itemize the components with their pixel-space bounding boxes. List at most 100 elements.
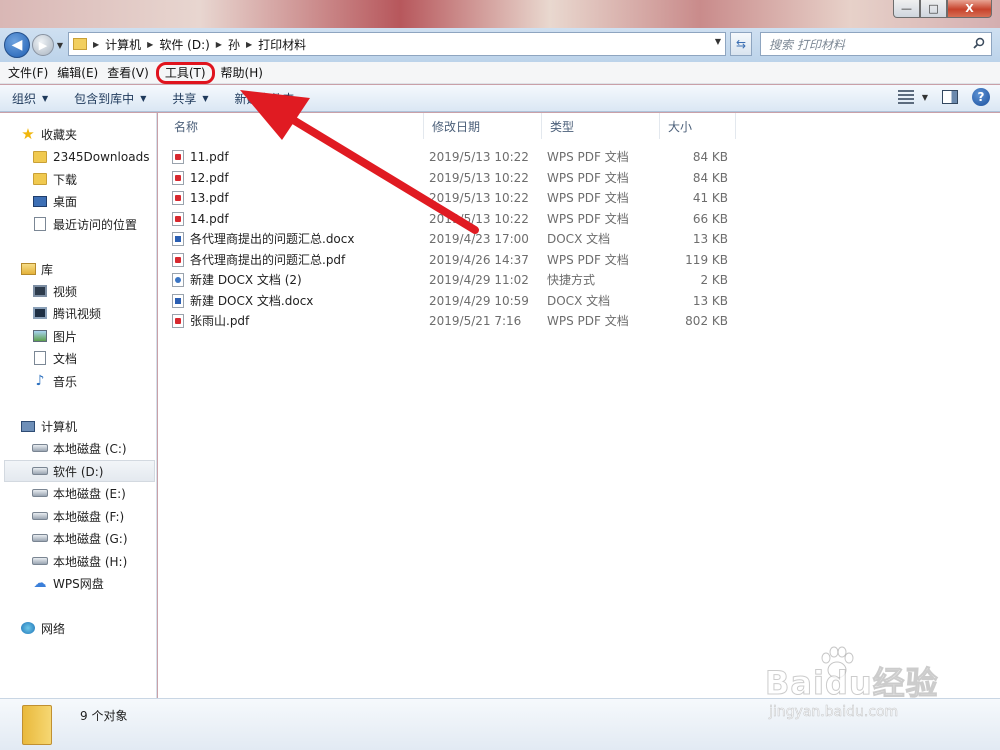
file-name: 各代理商提出的问题汇总.pdf <box>190 252 346 267</box>
table-row[interactable]: 各代理商提出的问题汇总.pdf 2019/4/26 14:37 WPS PDF 文档… <box>158 250 778 270</box>
desktop-icon <box>32 194 48 208</box>
breadcrumb-sun[interactable]: 孙 <box>228 36 240 53</box>
nav-label: 本地磁盘 (E:) <box>53 486 126 501</box>
menu-edit[interactable]: 编辑(E) <box>53 63 102 83</box>
nav-item-drive-e[interactable]: 本地磁盘 (E:) <box>32 482 155 504</box>
file-name-cell[interactable]: 张雨山.pdf <box>172 311 249 331</box>
nav-item-drive-g[interactable]: 本地磁盘 (G:) <box>32 527 155 549</box>
column-label: 名称 <box>174 119 199 134</box>
file-name-cell[interactable]: 12.pdf <box>172 168 229 188</box>
nav-label: 网络 <box>41 621 66 636</box>
new-folder-label: 新建文件夹 <box>234 91 295 106</box>
chevron-down-icon: ▼ <box>202 93 209 103</box>
chevron-down-icon[interactable]: ▼ <box>715 37 721 46</box>
table-row[interactable]: 新建 DOCX 文档 (2) 2019/4/29 11:02 快捷方式 2 KB <box>158 270 778 290</box>
breadcrumb-computer[interactable]: 计算机 <box>105 36 141 53</box>
column-header-name[interactable]: 名称 <box>166 113 424 139</box>
file-name-cell[interactable]: 11.pdf <box>172 147 229 167</box>
chevron-down-icon: ▼ <box>140 93 147 103</box>
file-date: 2019/4/29 11:02 <box>429 273 529 287</box>
nav-label: 库 <box>41 262 54 277</box>
file-size: 41 KB <box>692 191 728 205</box>
nav-item-drive-f[interactable]: 本地磁盘 (F:) <box>32 505 155 527</box>
chevron-right-icon[interactable]: ▶ <box>147 40 153 49</box>
table-row[interactable]: 12.pdf 2019/5/13 10:22 WPS PDF 文档 84 KB <box>158 168 778 188</box>
nav-item-drive-c[interactable]: 本地磁盘 (C:) <box>32 437 155 459</box>
file-date: 2019/5/13 10:22 <box>429 150 529 164</box>
address-bar[interactable]: ▶ 计算机 ▶ 软件 (D:) ▶ 孙 ▶ 打印材料 ▼ <box>68 32 726 56</box>
command-bar: 组织 ▼ 包含到库中 ▼ 共享 ▼ 新建文件夹 ▼ ? <box>0 85 1000 112</box>
nav-label: 下载 <box>53 172 78 187</box>
file-size: 84 KB <box>692 170 728 185</box>
nav-favorites[interactable]: ★ 收藏夹 <box>20 123 175 145</box>
include-in-library-button[interactable]: 包含到库中 ▼ <box>74 90 146 107</box>
menu-help[interactable]: 帮助(H) <box>217 63 267 83</box>
refresh-button[interactable]: ⇆ <box>730 32 752 56</box>
preview-pane-icon[interactable] <box>942 90 958 104</box>
file-type: WPS PDF 文档 <box>547 191 629 205</box>
organize-button[interactable]: 组织 ▼ <box>12 90 48 107</box>
file-name-cell[interactable]: 13.pdf <box>172 188 229 208</box>
chevron-right-icon[interactable]: ▶ <box>216 40 222 49</box>
file-name-cell[interactable]: 各代理商提出的问题汇总.pdf <box>172 250 345 270</box>
nav-item-wps-cloud[interactable]: ☁ WPS网盘 <box>32 572 155 594</box>
file-date: 2019/4/26 14:37 <box>429 252 529 267</box>
nav-label: 音乐 <box>53 374 78 389</box>
help-icon[interactable]: ? <box>972 88 990 106</box>
search-input[interactable]: 搜索 打印材料 <box>760 32 992 56</box>
table-row[interactable]: 13.pdf 2019/5/13 10:22 WPS PDF 文档 41 KB <box>158 188 778 208</box>
file-name-cell[interactable]: 新建 DOCX 文档 (2) <box>172 270 302 290</box>
menu-tools[interactable]: 工具(T) <box>155 61 215 84</box>
chevron-right-icon[interactable]: ▶ <box>246 40 252 49</box>
nav-item-drive-h[interactable]: 本地磁盘 (H:) <box>32 550 155 572</box>
menu-bar: 文件(F) 编辑(E) 查看(V) 工具(T) 帮助(H) <box>0 61 1000 84</box>
column-header-size[interactable]: 大小 <box>660 113 736 139</box>
recent-places-icon <box>32 217 48 231</box>
nav-label: WPS网盘 <box>53 576 104 591</box>
cloud-icon: ☁ <box>33 575 47 591</box>
file-size: 13 KB <box>692 293 728 308</box>
table-row[interactable]: 11.pdf 2019/5/13 10:22 WPS PDF 文档 84 KB <box>158 147 778 167</box>
nav-libraries[interactable]: 库 <box>20 258 175 280</box>
column-label: 类型 <box>550 119 575 134</box>
breadcrumb-drive-d[interactable]: 软件 (D:) <box>159 36 209 53</box>
change-view-button[interactable]: ▼ <box>897 90 928 104</box>
minimize-button[interactable]: — <box>893 0 920 18</box>
nav-label: 腾讯视频 <box>53 306 102 321</box>
forward-button[interactable]: ▶ <box>32 34 54 56</box>
column-header-date[interactable]: 修改日期 <box>424 113 542 139</box>
chevron-right-icon[interactable]: ▶ <box>93 40 99 49</box>
table-row[interactable]: 张雨山.pdf 2019/5/21 7:16 WPS PDF 文档 802 KB <box>158 311 778 331</box>
share-button[interactable]: 共享 ▼ <box>172 90 208 107</box>
table-row[interactable]: 各代理商提出的问题汇总.docx 2019/4/23 17:00 DOCX 文档 13… <box>158 229 778 249</box>
recent-pages-dropdown[interactable]: ▼ <box>54 41 66 50</box>
table-row[interactable]: 新建 DOCX 文档.docx 2019/4/29 10:59 DOCX 文档 13 … <box>158 291 778 311</box>
file-size: 802 KB <box>685 314 728 328</box>
table-row[interactable]: 14.pdf 2019/5/13 10:22 WPS PDF 文档 66 KB <box>158 209 778 229</box>
pdf-file-icon <box>172 150 184 164</box>
back-arrow-icon: ◀ <box>11 37 23 53</box>
folder-icon <box>22 705 52 745</box>
tencent-video-icon <box>32 306 48 320</box>
back-button[interactable]: ◀ <box>4 32 30 58</box>
breadcrumb-print-materials[interactable]: 打印材料 <box>258 36 306 53</box>
new-folder-button[interactable]: 新建文件夹 <box>235 90 295 107</box>
pictures-icon <box>32 329 48 343</box>
column-header-type[interactable]: 类型 <box>542 113 660 139</box>
file-name-cell[interactable]: 各代理商提出的问题汇总.docx <box>172 229 354 249</box>
nav-item-drive-d[interactable]: 软件 (D:) <box>4 460 155 482</box>
menu-file[interactable]: 文件(F) <box>4 63 52 83</box>
file-name-cell[interactable]: 14.pdf <box>172 209 229 229</box>
file-size: 119 KB <box>685 252 728 267</box>
breadcrumb-label: 打印材料 <box>258 37 307 52</box>
pdf-file-icon <box>172 211 184 226</box>
lnk-file-icon <box>172 273 184 287</box>
address-row: ◀ ▶ ▼ ▶ 计算机 ▶ 软件 (D:) ▶ 孙 ▶ 打印材料 ▼ ⇆ 搜索 … <box>0 28 1000 62</box>
close-button[interactable]: X <box>947 0 992 18</box>
nav-computer[interactable]: 计算机 <box>20 415 175 437</box>
file-name-cell[interactable]: 新建 DOCX 文档.docx <box>172 291 313 311</box>
menu-view[interactable]: 查看(V) <box>103 63 153 83</box>
search-icon[interactable] <box>973 37 985 49</box>
maximize-button[interactable]: □ <box>920 0 947 18</box>
nav-network[interactable]: 网络 <box>20 617 175 639</box>
